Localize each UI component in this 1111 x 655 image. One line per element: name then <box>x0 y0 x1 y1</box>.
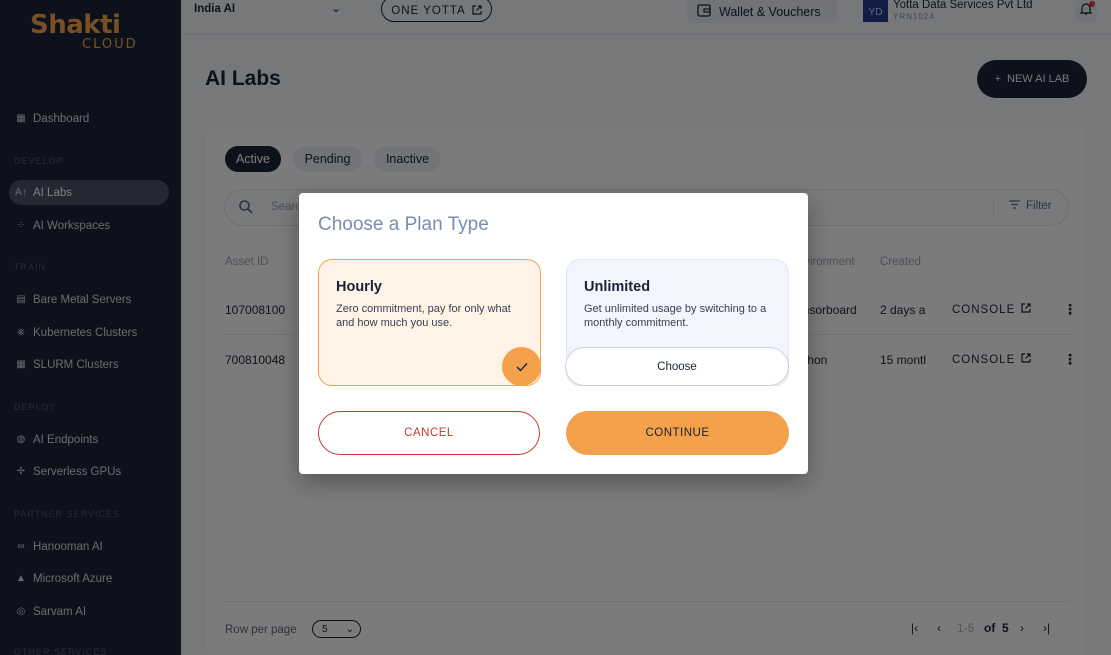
dialog-title: Choose a Plan Type <box>318 214 489 235</box>
plan-type-dialog: Choose a Plan Type Hourly Zero commitmen… <box>299 193 808 474</box>
plan-name: Unlimited <box>584 279 651 295</box>
plan-name: Hourly <box>336 279 382 295</box>
continue-button[interactable]: CONTINUE <box>566 411 789 455</box>
plan-card-unlimited[interactable]: Unlimited Get unlimited usage by switchi… <box>565 259 789 386</box>
plan-description: Get unlimited usage by switching to a mo… <box>584 303 767 329</box>
choose-button[interactable]: Choose <box>565 347 789 386</box>
plan-card-hourly[interactable]: Hourly Zero commitment, pay for only wha… <box>318 259 541 386</box>
plan-description: Zero commitment, pay for only what and h… <box>336 303 511 329</box>
cancel-button[interactable]: CANCEL <box>318 411 540 455</box>
selected-check-icon <box>502 347 541 386</box>
